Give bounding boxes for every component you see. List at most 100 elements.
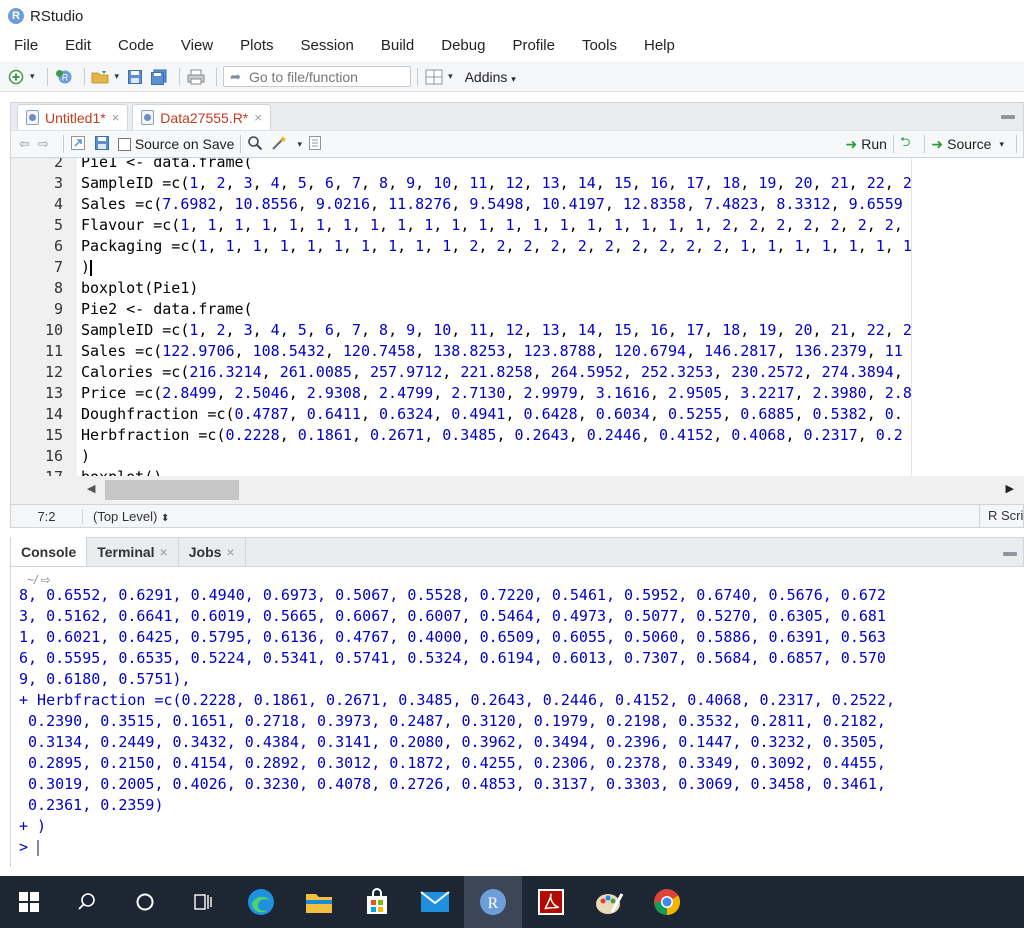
search-icon[interactable] [247,135,263,154]
code-text: Pie1 <- data.frame( [81,158,253,171]
menu-code[interactable]: Code [118,37,154,54]
console-line: + ) [19,817,47,835]
save-icon[interactable] [94,135,110,154]
print-icon[interactable] [186,67,206,87]
edge-browser-icon[interactable] [232,876,290,928]
rstudio-taskbar-icon[interactable]: R [464,876,522,928]
scope-selector[interactable]: (Top Level) ⬍ [93,509,169,524]
code-editor[interactable]: 2 Pie1 <- data.frame(3 SampleID =c(1, 2, 3… [10,158,1024,476]
back-arrow-icon[interactable]: ⇦ [19,136,30,152]
tab-console[interactable]: Console [11,537,88,566]
code-tools-dropdown-icon[interactable]: ▾ [297,139,302,150]
new-file-icon[interactable] [6,67,26,87]
menu-tools[interactable]: Tools [582,37,617,54]
run-button[interactable]: ➜ Run [846,136,887,153]
editor-minimize-icon[interactable] [1001,115,1015,119]
cursor-position: 7:2 [11,508,83,524]
scope-label: (Top Level) [93,508,158,524]
pane-layout-icon[interactable] [424,67,444,87]
console-output[interactable]: ~/ ⇨ 8, 0.6552, 0.6291, 0.4940, 0.6973, … [10,567,1024,867]
code-tools-wand-icon[interactable] [271,135,289,154]
editor-horizontal-scrollbar[interactable]: ◀ ▶ [10,476,1024,504]
tab-close-icon[interactable]: × [226,544,234,560]
new-file-dropdown-icon[interactable]: ▾ [30,71,35,82]
file-explorer-icon[interactable] [290,876,348,928]
forward-arrow-icon[interactable]: ⇨ [38,136,49,152]
tab-label: Data27555.R* [160,109,249,126]
code-line[interactable]: 13 Price =c(2.8499, 2.5046, 2.9308, 2.479… [11,383,1024,404]
source-dropdown-icon[interactable]: ▾ [999,139,1004,150]
adobe-acrobat-icon[interactable] [522,876,580,928]
code-line[interactable]: 17 boxplot() [11,467,1024,476]
source-button[interactable]: ➜ Source [931,136,991,153]
editor-status-bar: 7:2 (Top Level) ⬍ R Script [10,504,1024,528]
code-text: SampleID =c(1, 2, 3, 4, 5, 6, 7, 8, 9, 1… [81,174,912,192]
save-icon[interactable] [125,67,145,87]
menu-help[interactable]: Help [644,37,675,54]
save-all-icon[interactable] [149,67,169,87]
scroll-right-icon[interactable]: ▶ [1006,482,1014,495]
text-cursor [90,259,93,276]
code-line[interactable]: 6 Packaging =c(1, 1, 1, 1, 1, 1, 1, 1, 1,… [11,236,1024,257]
menu-profile[interactable]: Profile [512,37,555,54]
code-line[interactable]: 16) [11,446,1024,467]
menu-edit[interactable]: Edit [65,37,91,54]
code-line[interactable]: 15 Herbfraction =c(0.2228, 0.1861, 0.2671… [11,425,1024,446]
menu-session[interactable]: Session [301,37,354,54]
addins-dropdown-icon: ▾ [511,73,516,84]
tab-close-icon[interactable]: × [160,544,168,560]
scroll-left-icon[interactable]: ◀ [87,482,95,495]
tab-close-icon[interactable]: × [254,110,262,125]
pane-layout-dropdown-icon[interactable]: ▾ [448,71,453,82]
code-line[interactable]: 3 SampleID =c(1, 2, 3, 4, 5, 6, 7, 8, 9, … [11,173,1024,194]
paint-icon[interactable] [580,876,638,928]
code-line[interactable]: 8 boxplot(Pie1) [11,278,1024,299]
microsoft-store-icon[interactable] [348,876,406,928]
code-line[interactable]: 9 Pie2 <- data.frame( [11,299,1024,320]
console-minimize-icon[interactable] [1003,552,1017,556]
menu-file[interactable]: File [14,37,38,54]
tab-untitled1[interactable]: Untitled1* × [17,104,129,130]
windows-start-icon[interactable] [0,876,58,928]
rerun-icon[interactable]: ⮌ [900,133,910,155]
mail-icon[interactable] [406,876,464,928]
console-tab-bar: Console Terminal × Jobs × [10,537,1024,567]
menu-debug[interactable]: Debug [441,37,485,54]
new-project-icon[interactable]: R [54,67,74,87]
window-title: RStudio [30,7,84,25]
file-type-selector[interactable]: R Script [979,505,1023,527]
code-line[interactable]: 12 Calories =c(216.3214, 261.0085, 257.97… [11,362,1024,383]
code-line[interactable]: 5 Flavour =c(1, 1, 1, 1, 1, 1, 1, 1, 1, 1… [11,215,1024,236]
show-in-window-icon[interactable] [70,135,86,154]
line-number: 17 [11,467,63,476]
task-view-icon[interactable] [174,876,232,928]
open-file-icon[interactable] [91,67,111,87]
code-line[interactable]: 2 Pie1 <- data.frame( [11,158,1024,173]
code-line[interactable]: 7) [11,257,1024,278]
open-file-dropdown-icon[interactable]: ▾ [115,71,120,82]
menu-build[interactable]: Build [381,37,414,54]
tab-terminal[interactable]: Terminal × [87,537,179,566]
code-line[interactable]: 4 Sales =c(7.6982, 10.8556, 9.0216, 11.82… [11,194,1024,215]
editor-tab-bar: Untitled1* × Data27555.R* × [10,102,1024,130]
menu-plots[interactable]: Plots [240,37,273,54]
document-outline-icon[interactable] [308,135,322,154]
line-number: 11 [44,342,63,360]
tab-close-icon[interactable]: × [112,110,120,125]
scope-updown-icon: ⬍ [160,512,170,524]
code-line[interactable]: 10 SampleID =c(1, 2, 3, 4, 5, 6, 7, 8, 9,… [11,320,1024,341]
tab-data27555[interactable]: Data27555.R* × [132,104,271,130]
code-line[interactable]: 11 Sales =c(122.9706, 108.5432, 120.7458,… [11,341,1024,362]
addins-menu[interactable]: Addins ▾ [465,69,516,85]
search-icon[interactable] [58,876,116,928]
code-line[interactable]: 14 Doughfraction =c(0.4787, 0.6411, 0.632… [11,404,1024,425]
source-on-save-checkbox[interactable] [117,137,131,151]
go-to-file-function-input[interactable]: ➦ Go to file/function [223,66,412,87]
scrollbar-thumb[interactable] [105,480,239,500]
cortana-icon[interactable] [116,876,174,928]
chrome-icon[interactable] [638,876,696,928]
menu-view[interactable]: View [181,37,213,54]
source-arrow-icon: ➜ [931,135,944,152]
code-text: SampleID =c(1, 2, 3, 4, 5, 6, 7, 8, 9, 1… [81,321,912,339]
tab-jobs[interactable]: Jobs × [179,537,246,566]
